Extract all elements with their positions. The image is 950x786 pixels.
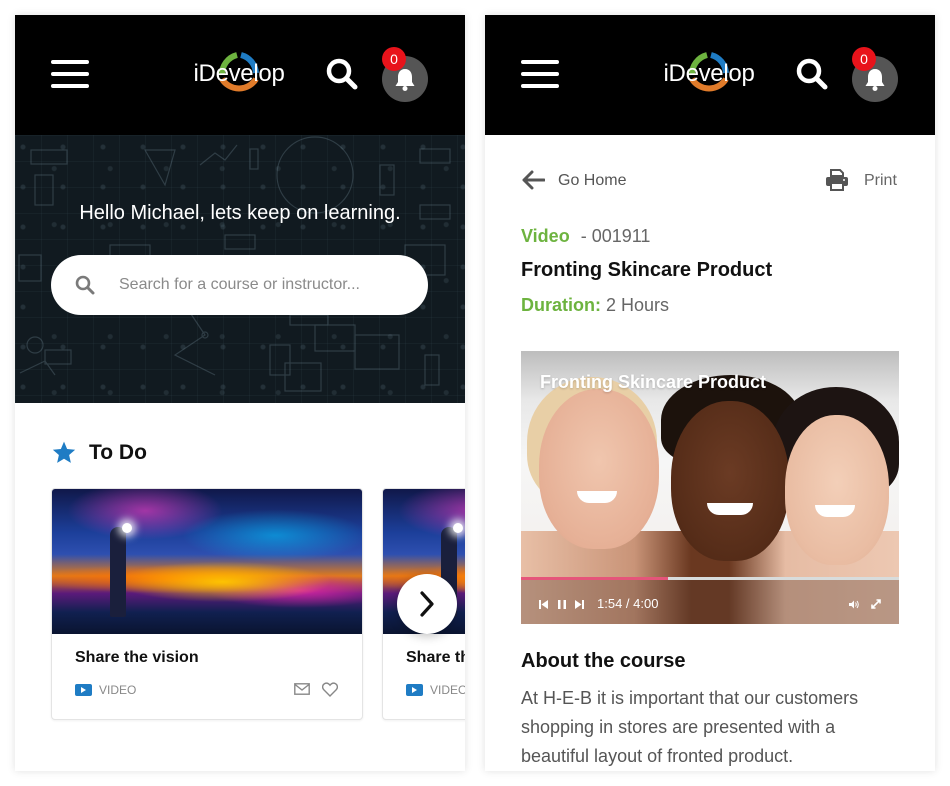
about-course-heading: About the course — [521, 650, 686, 672]
brand-logo[interactable]: iDevelop — [661, 47, 757, 103]
go-home-label: Go Home — [558, 172, 627, 189]
about-course-text: At H-E-B it is important that our custom… — [521, 688, 859, 766]
course-card-title: Share the vision — [75, 649, 199, 666]
hero-banner: Hello Michael, lets keep on learning. — [15, 135, 465, 403]
course-type-label: VIDEO — [430, 683, 465, 697]
video-overlay-title: Fronting Skincare Product — [540, 372, 767, 392]
course-type: Video — [521, 226, 570, 246]
hamburger-icon-line — [51, 84, 89, 88]
bell-icon — [395, 69, 415, 91]
search-icon — [326, 58, 358, 90]
brand-logo[interactable]: iDevelop — [191, 47, 287, 103]
video-play-icon — [75, 684, 92, 696]
skip-forward-icon[interactable] — [575, 600, 584, 609]
notification-count-badge: 0 — [382, 47, 406, 71]
brand-name: iDevelop — [193, 60, 285, 87]
course-detail-screen: iDevelop 0 Go Home Print Video - 001911 … — [485, 15, 935, 771]
course-card[interactable]: Share the vision VIDEO — [51, 488, 363, 720]
course-duration: Duration: 2 Hours — [521, 295, 669, 316]
video-controls: 1:54 / 4:00 — [521, 577, 899, 624]
thumbnail-figure — [110, 527, 126, 617]
heart-icon[interactable] — [322, 682, 338, 697]
course-search-field[interactable] — [51, 255, 428, 315]
bell-icon — [865, 69, 885, 91]
video-player[interactable]: Fronting Skincare Product 1:54 / 4:00 — [521, 351, 899, 624]
video-play-icon — [406, 684, 423, 696]
course-type-label: VIDEO — [99, 683, 137, 697]
notification-count-badge: 0 — [852, 47, 876, 71]
hamburger-icon-line — [51, 72, 89, 76]
print-label: Print — [864, 172, 897, 189]
menu-button[interactable] — [51, 59, 89, 89]
thumbnail-star — [453, 523, 463, 533]
course-card-title: Share the vision — [406, 649, 465, 666]
printer-icon — [826, 169, 848, 191]
hamburger-icon-line — [521, 84, 559, 88]
app-header: iDevelop 0 — [15, 15, 465, 135]
fullscreen-icon[interactable] — [871, 599, 881, 609]
video-frame-shape — [671, 401, 789, 561]
search-icon — [75, 275, 95, 295]
video-frame-shape — [577, 491, 617, 503]
duration-value: 2 Hours — [606, 295, 670, 315]
arrow-left-icon — [522, 170, 545, 190]
thumbnail-star — [122, 523, 132, 533]
header-search-button[interactable] — [325, 57, 359, 91]
video-progress-fill — [521, 577, 669, 580]
video-frame-shape — [707, 503, 753, 515]
video-frame-shape — [815, 505, 855, 517]
volume-icon[interactable] — [849, 600, 859, 609]
course-search-input[interactable] — [119, 255, 409, 315]
todo-title: To Do — [89, 441, 147, 464]
duration-label: Duration: — [521, 295, 601, 315]
hamburger-icon-line — [521, 72, 559, 76]
skip-back-icon[interactable] — [539, 600, 548, 609]
star-icon — [52, 441, 76, 463]
greeting-text: Hello Michael, lets keep on learning. — [79, 202, 401, 224]
menu-button[interactable] — [521, 59, 559, 89]
search-icon — [796, 58, 828, 90]
header-search-button[interactable] — [795, 57, 829, 91]
video-time: 1:54 / 4:00 — [597, 596, 659, 611]
carousel-next-button[interactable] — [397, 574, 457, 634]
hamburger-icon-line — [521, 60, 559, 64]
course-meta: Video - 001911 — [521, 226, 650, 247]
course-code: - 001911 — [580, 226, 651, 246]
chevron-right-icon — [420, 591, 434, 617]
brand-name: iDevelop — [663, 60, 755, 87]
course-title: Fronting Skincare Product — [521, 259, 773, 281]
app-header: iDevelop 0 — [485, 15, 935, 135]
home-screen: iDevelop 0 Hello Michael, lets keep on l… — [15, 15, 465, 771]
pause-icon[interactable] — [558, 600, 566, 609]
video-frame-shape — [785, 415, 889, 565]
video-frame-shape — [539, 389, 659, 549]
video-progress-bar[interactable] — [521, 577, 899, 580]
mail-icon[interactable] — [294, 683, 310, 695]
hamburger-icon-line — [51, 60, 89, 64]
course-thumbnail — [52, 489, 362, 634]
